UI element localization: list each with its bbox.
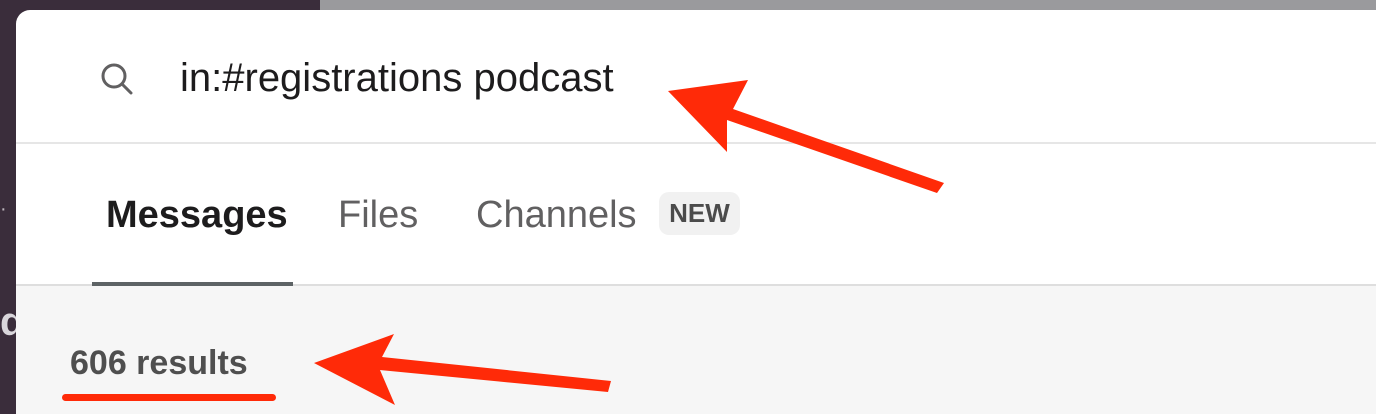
tab-channels[interactable]: Channels NEW xyxy=(476,192,740,238)
tab-messages[interactable]: Messages xyxy=(106,194,288,237)
tab-files-label: Files xyxy=(338,194,419,236)
search-input[interactable] xyxy=(180,50,1080,106)
screenshot-stage: · · · d Messages Files Channels NEW 606 … xyxy=(0,0,1376,414)
search-tabs: Messages Files Channels NEW xyxy=(16,144,1376,286)
tab-messages-label: Messages xyxy=(106,194,288,236)
new-badge: NEW xyxy=(659,192,740,236)
search-bar xyxy=(16,10,1376,144)
results-underline-annotation xyxy=(62,394,276,401)
tab-files[interactable]: Files xyxy=(338,194,418,237)
results-count: 606 results xyxy=(70,344,248,382)
search-panel: Messages Files Channels NEW 606 results xyxy=(16,10,1376,414)
search-icon[interactable] xyxy=(100,62,134,96)
tab-channels-label: Channels xyxy=(476,194,637,236)
results-area: 606 results xyxy=(16,286,1376,414)
